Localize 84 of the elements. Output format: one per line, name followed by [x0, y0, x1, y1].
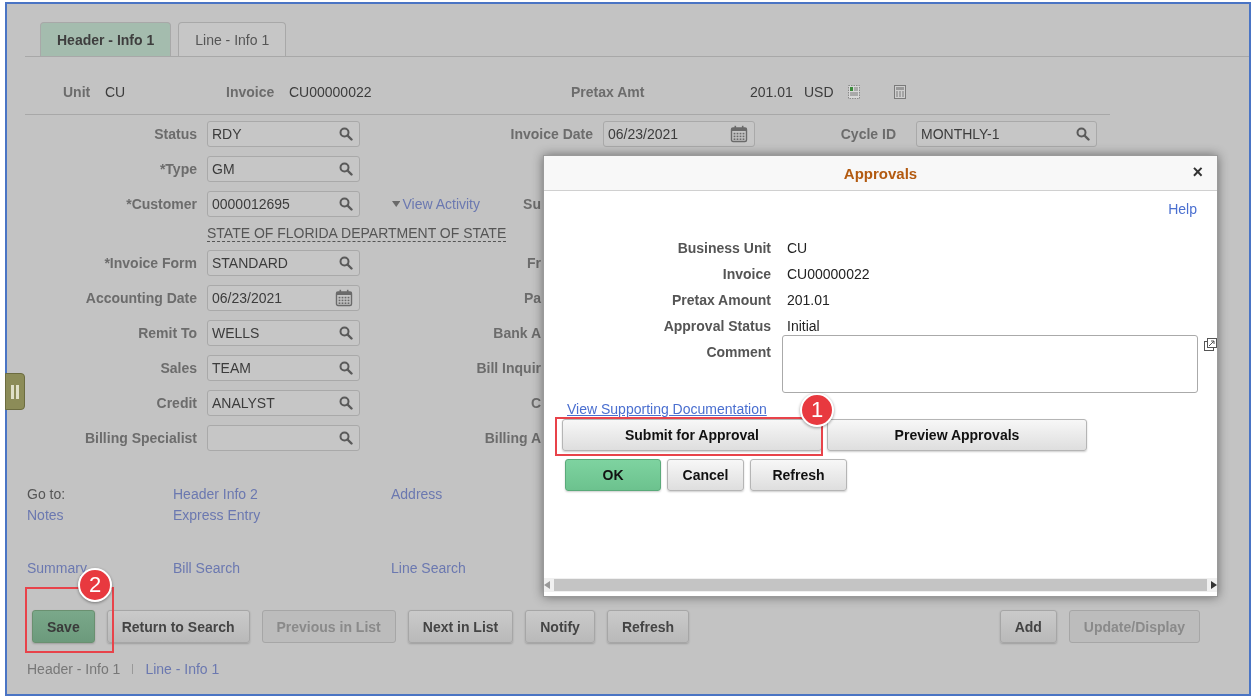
search-icon[interactable]: [339, 325, 353, 340]
dialog-title: Approvals: [843, 164, 918, 182]
search-icon[interactable]: [339, 255, 353, 270]
lookup-field[interactable]: MONTHLY-1: [916, 120, 1097, 147]
close-button[interactable]: ×: [1192, 162, 1203, 183]
field-label: Su: [523, 195, 541, 212]
field-label: Pretax Amt: [571, 84, 646, 100]
action-button[interactable]: Notify: [525, 610, 595, 643]
lookup-field[interactable]: 0000012695: [207, 190, 360, 217]
field-value: CU00000022: [289, 84, 373, 100]
action-button[interactable]: Add: [999, 610, 1057, 643]
customer-name: STATE OF FLORIDA DEPARTMENT OF STATE: [207, 224, 507, 242]
field-label: Sales: [160, 359, 197, 376]
field-label: Bank A: [493, 324, 541, 341]
comment-field[interactable]: [782, 335, 1198, 393]
action-button[interactable]: Submit for Approval: [562, 419, 822, 451]
search-icon[interactable]: [339, 395, 353, 410]
tab[interactable]: Header - Info 1: [40, 22, 172, 56]
calendar-icon[interactable]: [335, 288, 353, 307]
date-field[interactable]: 06/23/2021: [207, 284, 360, 311]
ok-button[interactable]: OK: [565, 459, 661, 491]
action-button[interactable]: Refresh: [750, 459, 847, 491]
field-label: *Type: [159, 160, 197, 177]
field-label: Invoice Date: [510, 125, 593, 142]
search-icon[interactable]: [339, 430, 353, 445]
field-label: Billing Specialist: [84, 429, 197, 446]
field-label: Cycle ID: [840, 125, 896, 142]
field-label: *Invoice Form: [104, 254, 197, 271]
field-value: CU00000022: [787, 265, 871, 284]
field-label: Invoice: [721, 265, 771, 284]
calendar-icon[interactable]: [730, 124, 748, 143]
action-button[interactable]: Refresh: [606, 610, 690, 643]
field-label: *Customer: [126, 195, 197, 212]
field-value: 201.01: [787, 291, 831, 310]
scroll-right-icon[interactable]: [1211, 581, 1217, 589]
date-field[interactable]: 06/23/2021: [603, 120, 755, 147]
action-button[interactable]: Return to Search: [106, 610, 250, 643]
lookup-field[interactable]: [207, 424, 360, 451]
goto-label: Go to:: [27, 486, 66, 502]
search-icon[interactable]: [1076, 126, 1090, 141]
field-value: CU: [105, 84, 127, 100]
lookup-field[interactable]: ANALYST: [207, 389, 360, 416]
action-button[interactable]: Preview Approvals: [827, 419, 1087, 451]
action-button[interactable]: Cancel: [667, 459, 744, 491]
tab[interactable]: Line - Info 1: [178, 22, 287, 56]
scroll-left-icon[interactable]: [544, 581, 550, 589]
field-label: Unit: [63, 84, 92, 100]
field-label: Pa: [523, 289, 541, 306]
horizontal-scrollbar[interactable]: [544, 578, 1217, 592]
field-value: CU: [787, 239, 809, 258]
pause-handle[interactable]: [5, 373, 25, 410]
search-icon[interactable]: [339, 196, 353, 211]
field-value: 201.01: [750, 84, 794, 100]
lookup-field[interactable]: GM: [207, 155, 360, 182]
lookup-field[interactable]: WELLS: [207, 319, 360, 346]
expand-icon[interactable]: [1204, 338, 1217, 351]
lookup-field[interactable]: RDY: [207, 120, 360, 147]
field-label: C: [530, 394, 541, 411]
document-icon[interactable]: [848, 85, 860, 99]
field-label: Pretax Amount: [670, 291, 771, 310]
search-icon[interactable]: [339, 161, 353, 176]
field-label: Invoice: [226, 84, 276, 100]
field-label: Billing A: [484, 429, 541, 446]
field-label: Credit: [156, 394, 197, 411]
field-label: Remit To: [138, 324, 197, 341]
lookup-field[interactable]: STANDARD: [207, 249, 360, 276]
documentation-link[interactable]: View Supporting Documentation: [567, 401, 767, 417]
field-label: Bill Inquir: [476, 359, 541, 376]
lookup-field[interactable]: TEAM: [207, 354, 360, 381]
field-label: Fr: [527, 254, 541, 271]
field-label: Business Unit: [676, 239, 771, 258]
search-icon[interactable]: [339, 126, 353, 141]
field-label: Approval Status: [662, 317, 771, 336]
field-label: Accounting Date: [85, 289, 197, 306]
save-button[interactable]: Save: [32, 610, 95, 643]
field-label: Comment: [705, 343, 771, 362]
field-label: Status: [154, 125, 197, 142]
field-value: USD: [804, 84, 835, 100]
search-icon[interactable]: [339, 360, 353, 375]
caret-icon[interactable]: [392, 199, 401, 208]
action-button[interactable]: Next in List: [407, 610, 514, 643]
calculator-icon[interactable]: [894, 85, 906, 99]
help-link[interactable]: Help: [1168, 201, 1197, 217]
field-value: Initial: [787, 317, 821, 336]
